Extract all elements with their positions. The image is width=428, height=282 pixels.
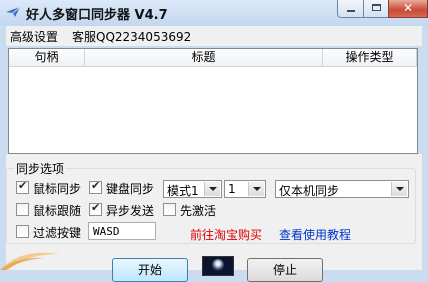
stop-button[interactable]: 停止 bbox=[247, 258, 323, 282]
keyboard-sync-checkbox[interactable] bbox=[89, 179, 102, 194]
maximize-button[interactable] bbox=[363, 0, 389, 18]
paper-plane-icon bbox=[6, 6, 21, 17]
target-select-value: 仅本机同步 bbox=[279, 184, 340, 198]
menu-support-qq[interactable]: 客服QQ2234053692 bbox=[72, 28, 191, 45]
mouse-sync-checkbox[interactable] bbox=[16, 179, 29, 194]
column-header-handle[interactable]: 句柄 bbox=[9, 49, 85, 67]
target-select[interactable]: 仅本机同步 bbox=[275, 180, 409, 198]
mode-select[interactable]: 模式1 bbox=[163, 180, 222, 198]
close-icon: ✕ bbox=[402, 1, 414, 15]
menu-bar: 高级设置 客服QQ2234053692 bbox=[6, 26, 422, 46]
tutorial-link[interactable]: 查看使用教程 bbox=[279, 226, 351, 243]
activate-first-label[interactable]: 先激活 bbox=[180, 202, 216, 219]
start-button[interactable]: 开始 bbox=[112, 258, 188, 282]
minimize-button[interactable] bbox=[337, 0, 364, 18]
chevron-down-icon bbox=[204, 182, 220, 196]
keyboard-sync-label[interactable]: 键盘同步 bbox=[106, 180, 154, 197]
chevron-down-icon bbox=[391, 182, 407, 196]
column-header-title[interactable]: 标题 bbox=[85, 49, 323, 67]
column-header-operation-type[interactable]: 操作类型 bbox=[323, 49, 417, 67]
mouse-follow-label[interactable]: 鼠标跟随 bbox=[33, 202, 81, 219]
mode-select-value: 模式1 bbox=[167, 184, 199, 198]
async-send-checkbox[interactable] bbox=[89, 201, 102, 216]
window-title: 好人多窗口同步器 V4.7 bbox=[26, 8, 168, 23]
app-logo-icon bbox=[202, 256, 234, 276]
activate-first-checkbox[interactable] bbox=[163, 203, 176, 216]
filter-keys-checkbox[interactable] bbox=[16, 225, 29, 238]
chevron-down-icon bbox=[248, 182, 264, 196]
filter-keys-input[interactable]: WASD bbox=[88, 222, 156, 240]
count-select-value: 1 bbox=[228, 182, 236, 196]
count-select[interactable]: 1 bbox=[224, 180, 266, 198]
mouse-sync-label[interactable]: 鼠标同步 bbox=[33, 180, 81, 197]
sync-options-label: 同步选项 bbox=[14, 160, 67, 177]
minimize-icon bbox=[347, 10, 355, 12]
async-send-label[interactable]: 异步发送 bbox=[106, 202, 154, 219]
maximize-icon bbox=[372, 4, 381, 11]
mouse-follow-checkbox[interactable] bbox=[16, 203, 29, 216]
filter-keys-label[interactable]: 过滤按键 bbox=[33, 224, 81, 241]
close-button[interactable]: ✕ bbox=[388, 0, 428, 18]
taobao-purchase-link[interactable]: 前往淘宝购买 bbox=[190, 226, 262, 243]
window-list[interactable]: 句柄 标题 操作类型 bbox=[8, 48, 418, 154]
title-bar[interactable]: 好人多窗口同步器 V4.7 ✕ bbox=[0, 0, 428, 26]
menu-advanced-settings[interactable]: 高级设置 bbox=[10, 28, 58, 45]
decorative-swoosh-icon bbox=[0, 252, 60, 270]
